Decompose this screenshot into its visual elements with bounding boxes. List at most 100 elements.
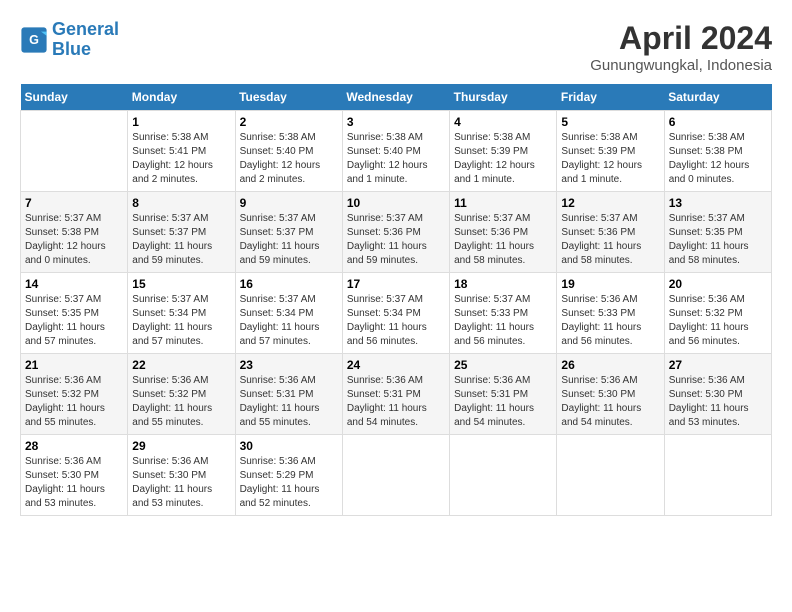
calendar-cell: 24 Sunrise: 5:36 AM Sunset: 5:31 PM Dayli… xyxy=(342,354,449,435)
calendar-cell: 9 Sunrise: 5:37 AM Sunset: 5:37 PM Daylig… xyxy=(235,192,342,273)
header-day: Tuesday xyxy=(235,84,342,111)
header-day: Sunday xyxy=(21,84,128,111)
calendar-cell xyxy=(664,435,771,516)
day-info: Sunrise: 5:38 AM Sunset: 5:39 PM Dayligh… xyxy=(454,131,552,187)
day-info: Sunrise: 5:36 AM Sunset: 5:29 PM Dayligh… xyxy=(240,455,338,511)
day-number: 20 xyxy=(669,277,767,291)
header-row: SundayMondayTuesdayWednesdayThursdayFrid… xyxy=(21,84,772,111)
calendar-cell: 1 Sunrise: 5:38 AM Sunset: 5:41 PM Daylig… xyxy=(128,111,235,192)
calendar-cell: 3Sunrise: 5:38 AM Sunset: 5:40 PM Daylig… xyxy=(342,111,449,192)
calendar-cell: 16Sunrise: 5:37 AM Sunset: 5:34 PM Dayli… xyxy=(235,273,342,354)
calendar-table: SundayMondayTuesdayWednesdayThursdayFrid… xyxy=(20,84,772,516)
day-info: Sunrise: 5:37 AM Sunset: 5:36 PM Dayligh… xyxy=(454,212,552,268)
day-info: Sunrise: 5:36 AM Sunset: 5:33 PM Dayligh… xyxy=(561,293,659,349)
calendar-cell: 13 Sunrise: 5:37 AM Sunset: 5:35 PM Dayli… xyxy=(664,192,771,273)
day-info: Sunrise: 5:36 AM Sunset: 5:31 PM Dayligh… xyxy=(240,374,338,430)
day-info: Sunrise: 5:38 AM Sunset: 5:39 PM Dayligh… xyxy=(561,131,659,187)
day-number: 7 xyxy=(25,196,123,210)
day-info: Sunrise: 5:38 AM Sunset: 5:40 PM Dayligh… xyxy=(240,131,338,187)
day-number: 26 xyxy=(561,358,659,372)
calendar-cell: 26 Sunrise: 5:36 AM Sunset: 5:30 PM Dayli… xyxy=(557,354,664,435)
calendar-cell xyxy=(21,111,128,192)
day-number: 5 xyxy=(561,115,659,129)
calendar-cell: 29 Sunrise: 5:36 AM Sunset: 5:30 PM Dayli… xyxy=(128,435,235,516)
calendar-cell xyxy=(557,435,664,516)
logo-icon: G xyxy=(20,26,48,54)
calendar-week: 21 Sunrise: 5:36 AM Sunset: 5:32 PM Dayli… xyxy=(21,354,772,435)
day-number: 29 xyxy=(132,439,230,453)
day-number: 13 xyxy=(669,196,767,210)
day-info: Sunrise: 5:37 AM Sunset: 5:33 PM Dayligh… xyxy=(454,293,552,349)
calendar-week: 7 Sunrise: 5:37 AM Sunset: 5:38 PM Daylig… xyxy=(21,192,772,273)
calendar-cell: 25 Sunrise: 5:36 AM Sunset: 5:31 PM Dayli… xyxy=(450,354,557,435)
day-info: Sunrise: 5:37 AM Sunset: 5:34 PM Dayligh… xyxy=(347,293,445,349)
day-number: 21 xyxy=(25,358,123,372)
day-info: Sunrise: 5:38 AM Sunset: 5:38 PM Dayligh… xyxy=(669,131,767,187)
calendar-cell: 5 Sunrise: 5:38 AM Sunset: 5:39 PM Daylig… xyxy=(557,111,664,192)
day-number: 8 xyxy=(132,196,230,210)
day-info: Sunrise: 5:37 AM Sunset: 5:37 PM Dayligh… xyxy=(132,212,230,268)
day-number: 28 xyxy=(25,439,123,453)
calendar-cell xyxy=(450,435,557,516)
day-number: 10 xyxy=(347,196,445,210)
header-day: Friday xyxy=(557,84,664,111)
day-info: Sunrise: 5:36 AM Sunset: 5:31 PM Dayligh… xyxy=(454,374,552,430)
calendar-cell: 15 Sunrise: 5:37 AM Sunset: 5:34 PM Dayli… xyxy=(128,273,235,354)
day-info: Sunrise: 5:36 AM Sunset: 5:32 PM Dayligh… xyxy=(25,374,123,430)
day-info: Sunrise: 5:37 AM Sunset: 5:35 PM Dayligh… xyxy=(669,212,767,268)
day-number: 3 xyxy=(347,115,445,129)
svg-text:G: G xyxy=(29,33,39,47)
day-info: Sunrise: 5:37 AM Sunset: 5:38 PM Dayligh… xyxy=(25,212,123,268)
day-number: 11 xyxy=(454,196,552,210)
calendar-cell: 6 Sunrise: 5:38 AM Sunset: 5:38 PM Daylig… xyxy=(664,111,771,192)
day-number: 4 xyxy=(454,115,552,129)
calendar-cell: 21 Sunrise: 5:36 AM Sunset: 5:32 PM Dayli… xyxy=(21,354,128,435)
header-day: Saturday xyxy=(664,84,771,111)
day-info: Sunrise: 5:36 AM Sunset: 5:31 PM Dayligh… xyxy=(347,374,445,430)
calendar-cell: 10 Sunrise: 5:37 AM Sunset: 5:36 PM Dayli… xyxy=(342,192,449,273)
day-number: 2 xyxy=(240,115,338,129)
calendar-cell: 18Sunrise: 5:37 AM Sunset: 5:33 PM Dayli… xyxy=(450,273,557,354)
day-info: Sunrise: 5:37 AM Sunset: 5:34 PM Dayligh… xyxy=(240,293,338,349)
calendar-cell: 20 Sunrise: 5:36 AM Sunset: 5:32 PM Dayli… xyxy=(664,273,771,354)
day-number: 1 xyxy=(132,115,230,129)
day-number: 22 xyxy=(132,358,230,372)
day-number: 6 xyxy=(669,115,767,129)
day-info: Sunrise: 5:37 AM Sunset: 5:36 PM Dayligh… xyxy=(561,212,659,268)
calendar-cell: 17 Sunrise: 5:37 AM Sunset: 5:34 PM Dayli… xyxy=(342,273,449,354)
day-info: Sunrise: 5:36 AM Sunset: 5:30 PM Dayligh… xyxy=(561,374,659,430)
location: Gunungwungkal, Indonesia xyxy=(590,57,772,74)
day-info: Sunrise: 5:37 AM Sunset: 5:34 PM Dayligh… xyxy=(132,293,230,349)
day-number: 23 xyxy=(240,358,338,372)
day-info: Sunrise: 5:37 AM Sunset: 5:37 PM Dayligh… xyxy=(240,212,338,268)
day-info: Sunrise: 5:36 AM Sunset: 5:30 PM Dayligh… xyxy=(669,374,767,430)
month-title: April 2024 xyxy=(590,20,772,57)
header-day: Thursday xyxy=(450,84,557,111)
day-info: Sunrise: 5:36 AM Sunset: 5:30 PM Dayligh… xyxy=(132,455,230,511)
day-number: 27 xyxy=(669,358,767,372)
header-day: Monday xyxy=(128,84,235,111)
day-info: Sunrise: 5:38 AM Sunset: 5:41 PM Dayligh… xyxy=(132,131,230,187)
day-number: 17 xyxy=(347,277,445,291)
calendar-week: 28 Sunrise: 5:36 AM Sunset: 5:30 PM Dayli… xyxy=(21,435,772,516)
calendar-cell: 4 Sunrise: 5:38 AM Sunset: 5:39 PM Daylig… xyxy=(450,111,557,192)
day-info: Sunrise: 5:36 AM Sunset: 5:32 PM Dayligh… xyxy=(669,293,767,349)
calendar-cell xyxy=(342,435,449,516)
day-number: 15 xyxy=(132,277,230,291)
logo-text: General Blue xyxy=(52,20,119,60)
calendar-cell: 23 Sunrise: 5:36 AM Sunset: 5:31 PM Dayli… xyxy=(235,354,342,435)
day-info: Sunrise: 5:37 AM Sunset: 5:36 PM Dayligh… xyxy=(347,212,445,268)
day-number: 9 xyxy=(240,196,338,210)
day-number: 30 xyxy=(240,439,338,453)
day-number: 12 xyxy=(561,196,659,210)
day-info: Sunrise: 5:36 AM Sunset: 5:30 PM Dayligh… xyxy=(25,455,123,511)
day-number: 14 xyxy=(25,277,123,291)
calendar-week: 1 Sunrise: 5:38 AM Sunset: 5:41 PM Daylig… xyxy=(21,111,772,192)
calendar-cell: 14Sunrise: 5:37 AM Sunset: 5:35 PM Dayli… xyxy=(21,273,128,354)
day-number: 24 xyxy=(347,358,445,372)
calendar-cell: 8 Sunrise: 5:37 AM Sunset: 5:37 PM Daylig… xyxy=(128,192,235,273)
calendar-cell: 19Sunrise: 5:36 AM Sunset: 5:33 PM Dayli… xyxy=(557,273,664,354)
header-day: Wednesday xyxy=(342,84,449,111)
day-number: 25 xyxy=(454,358,552,372)
calendar-week: 14Sunrise: 5:37 AM Sunset: 5:35 PM Dayli… xyxy=(21,273,772,354)
